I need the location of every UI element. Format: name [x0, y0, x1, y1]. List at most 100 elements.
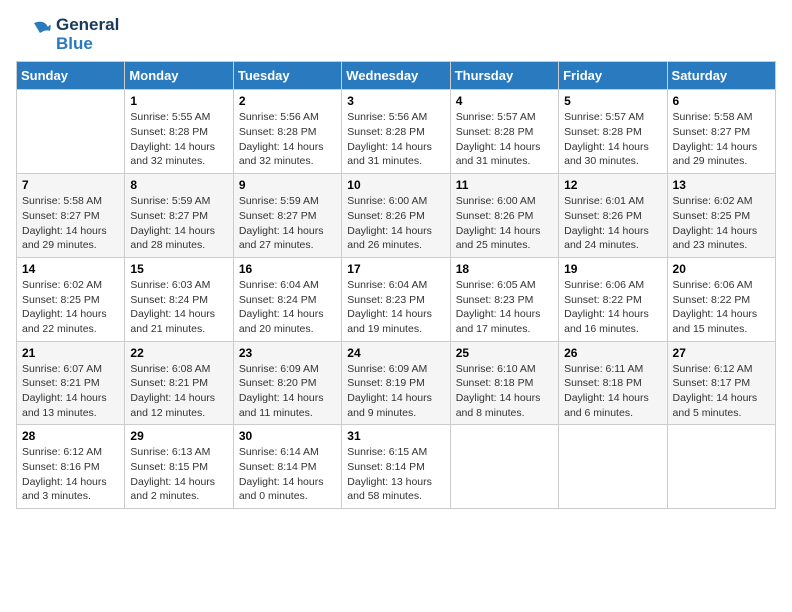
day-number: 29 — [130, 429, 227, 443]
calendar-cell: 17 Sunrise: 6:04 AM Sunset: 8:23 PM Dayl… — [342, 257, 450, 341]
day-number: 18 — [456, 262, 553, 276]
day-number: 15 — [130, 262, 227, 276]
calendar-cell: 12 Sunrise: 6:01 AM Sunset: 8:26 PM Dayl… — [559, 174, 667, 258]
calendar-cell: 18 Sunrise: 6:05 AM Sunset: 8:23 PM Dayl… — [450, 257, 558, 341]
calendar-cell: 11 Sunrise: 6:00 AM Sunset: 8:26 PM Dayl… — [450, 174, 558, 258]
day-info: Sunrise: 6:02 AM Sunset: 8:25 PM Dayligh… — [673, 194, 770, 253]
day-number: 10 — [347, 178, 444, 192]
day-number: 1 — [130, 94, 227, 108]
calendar-cell: 4 Sunrise: 5:57 AM Sunset: 8:28 PM Dayli… — [450, 90, 558, 174]
calendar-cell: 5 Sunrise: 5:57 AM Sunset: 8:28 PM Dayli… — [559, 90, 667, 174]
weekday-header-tuesday: Tuesday — [233, 62, 341, 90]
day-number: 27 — [673, 346, 770, 360]
day-info: Sunrise: 6:11 AM Sunset: 8:18 PM Dayligh… — [564, 362, 661, 421]
logo-blue: Blue — [56, 34, 93, 53]
day-number: 9 — [239, 178, 336, 192]
calendar-cell — [559, 425, 667, 509]
day-info: Sunrise: 6:13 AM Sunset: 8:15 PM Dayligh… — [130, 445, 227, 504]
day-info: Sunrise: 6:06 AM Sunset: 8:22 PM Dayligh… — [673, 278, 770, 337]
day-number: 20 — [673, 262, 770, 276]
calendar-cell: 19 Sunrise: 6:06 AM Sunset: 8:22 PM Dayl… — [559, 257, 667, 341]
calendar-cell: 3 Sunrise: 5:56 AM Sunset: 8:28 PM Dayli… — [342, 90, 450, 174]
day-info: Sunrise: 5:56 AM Sunset: 8:28 PM Dayligh… — [347, 110, 444, 169]
day-number: 14 — [22, 262, 119, 276]
day-number: 19 — [564, 262, 661, 276]
calendar-week-row: 1 Sunrise: 5:55 AM Sunset: 8:28 PM Dayli… — [17, 90, 776, 174]
day-info: Sunrise: 6:01 AM Sunset: 8:26 PM Dayligh… — [564, 194, 661, 253]
day-number: 25 — [456, 346, 553, 360]
day-info: Sunrise: 5:58 AM Sunset: 8:27 PM Dayligh… — [673, 110, 770, 169]
day-info: Sunrise: 5:55 AM Sunset: 8:28 PM Dayligh… — [130, 110, 227, 169]
calendar-cell: 9 Sunrise: 5:59 AM Sunset: 8:27 PM Dayli… — [233, 174, 341, 258]
day-number: 2 — [239, 94, 336, 108]
calendar-cell: 6 Sunrise: 5:58 AM Sunset: 8:27 PM Dayli… — [667, 90, 775, 174]
day-info: Sunrise: 6:15 AM Sunset: 8:14 PM Dayligh… — [347, 445, 444, 504]
day-number: 17 — [347, 262, 444, 276]
calendar-cell: 13 Sunrise: 6:02 AM Sunset: 8:25 PM Dayl… — [667, 174, 775, 258]
day-number: 6 — [673, 94, 770, 108]
day-info: Sunrise: 5:59 AM Sunset: 8:27 PM Dayligh… — [239, 194, 336, 253]
calendar-cell: 25 Sunrise: 6:10 AM Sunset: 8:18 PM Dayl… — [450, 341, 558, 425]
day-number: 30 — [239, 429, 336, 443]
weekday-header-wednesday: Wednesday — [342, 62, 450, 90]
day-info: Sunrise: 6:08 AM Sunset: 8:21 PM Dayligh… — [130, 362, 227, 421]
calendar-week-row: 28 Sunrise: 6:12 AM Sunset: 8:16 PM Dayl… — [17, 425, 776, 509]
calendar-cell: 23 Sunrise: 6:09 AM Sunset: 8:20 PM Dayl… — [233, 341, 341, 425]
calendar-cell — [17, 90, 125, 174]
day-info: Sunrise: 5:57 AM Sunset: 8:28 PM Dayligh… — [456, 110, 553, 169]
logo-text-block: General Blue — [16, 16, 119, 53]
day-info: Sunrise: 5:59 AM Sunset: 8:27 PM Dayligh… — [130, 194, 227, 253]
day-info: Sunrise: 6:02 AM Sunset: 8:25 PM Dayligh… — [22, 278, 119, 337]
day-info: Sunrise: 6:10 AM Sunset: 8:18 PM Dayligh… — [456, 362, 553, 421]
calendar-cell: 7 Sunrise: 5:58 AM Sunset: 8:27 PM Dayli… — [17, 174, 125, 258]
day-number: 7 — [22, 178, 119, 192]
day-info: Sunrise: 6:12 AM Sunset: 8:16 PM Dayligh… — [22, 445, 119, 504]
day-number: 31 — [347, 429, 444, 443]
calendar-cell: 10 Sunrise: 6:00 AM Sunset: 8:26 PM Dayl… — [342, 174, 450, 258]
day-info: Sunrise: 6:04 AM Sunset: 8:24 PM Dayligh… — [239, 278, 336, 337]
day-number: 22 — [130, 346, 227, 360]
day-number: 11 — [456, 178, 553, 192]
day-info: Sunrise: 6:12 AM Sunset: 8:17 PM Dayligh… — [673, 362, 770, 421]
calendar-cell: 27 Sunrise: 6:12 AM Sunset: 8:17 PM Dayl… — [667, 341, 775, 425]
calendar-table: SundayMondayTuesdayWednesdayThursdayFrid… — [16, 61, 776, 509]
weekday-header-thursday: Thursday — [450, 62, 558, 90]
weekday-header-sunday: Sunday — [17, 62, 125, 90]
calendar-cell: 15 Sunrise: 6:03 AM Sunset: 8:24 PM Dayl… — [125, 257, 233, 341]
day-info: Sunrise: 6:00 AM Sunset: 8:26 PM Dayligh… — [456, 194, 553, 253]
calendar-cell: 8 Sunrise: 5:59 AM Sunset: 8:27 PM Dayli… — [125, 174, 233, 258]
day-number: 21 — [22, 346, 119, 360]
day-number: 5 — [564, 94, 661, 108]
calendar-cell: 1 Sunrise: 5:55 AM Sunset: 8:28 PM Dayli… — [125, 90, 233, 174]
calendar-week-row: 14 Sunrise: 6:02 AM Sunset: 8:25 PM Dayl… — [17, 257, 776, 341]
day-number: 3 — [347, 94, 444, 108]
day-number: 12 — [564, 178, 661, 192]
day-number: 24 — [347, 346, 444, 360]
day-info: Sunrise: 6:14 AM Sunset: 8:14 PM Dayligh… — [239, 445, 336, 504]
day-info: Sunrise: 6:03 AM Sunset: 8:24 PM Dayligh… — [130, 278, 227, 337]
day-number: 28 — [22, 429, 119, 443]
calendar-cell: 22 Sunrise: 6:08 AM Sunset: 8:21 PM Dayl… — [125, 341, 233, 425]
calendar-cell: 24 Sunrise: 6:09 AM Sunset: 8:19 PM Dayl… — [342, 341, 450, 425]
weekday-header-saturday: Saturday — [667, 62, 775, 90]
day-number: 23 — [239, 346, 336, 360]
weekday-header-friday: Friday — [559, 62, 667, 90]
day-number: 8 — [130, 178, 227, 192]
day-info: Sunrise: 5:57 AM Sunset: 8:28 PM Dayligh… — [564, 110, 661, 169]
calendar-cell: 2 Sunrise: 5:56 AM Sunset: 8:28 PM Dayli… — [233, 90, 341, 174]
calendar-cell: 26 Sunrise: 6:11 AM Sunset: 8:18 PM Dayl… — [559, 341, 667, 425]
weekday-header-monday: Monday — [125, 62, 233, 90]
calendar-cell: 28 Sunrise: 6:12 AM Sunset: 8:16 PM Dayl… — [17, 425, 125, 509]
day-info: Sunrise: 5:58 AM Sunset: 8:27 PM Dayligh… — [22, 194, 119, 253]
calendar-cell: 21 Sunrise: 6:07 AM Sunset: 8:21 PM Dayl… — [17, 341, 125, 425]
day-info: Sunrise: 6:04 AM Sunset: 8:23 PM Dayligh… — [347, 278, 444, 337]
day-info: Sunrise: 6:06 AM Sunset: 8:22 PM Dayligh… — [564, 278, 661, 337]
calendar-cell: 30 Sunrise: 6:14 AM Sunset: 8:14 PM Dayl… — [233, 425, 341, 509]
day-number: 16 — [239, 262, 336, 276]
day-info: Sunrise: 6:05 AM Sunset: 8:23 PM Dayligh… — [456, 278, 553, 337]
logo-bird-icon — [16, 17, 52, 53]
calendar-week-row: 7 Sunrise: 5:58 AM Sunset: 8:27 PM Dayli… — [17, 174, 776, 258]
weekday-header-row: SundayMondayTuesdayWednesdayThursdayFrid… — [17, 62, 776, 90]
day-info: Sunrise: 5:56 AM Sunset: 8:28 PM Dayligh… — [239, 110, 336, 169]
logo-general: General — [56, 15, 119, 34]
